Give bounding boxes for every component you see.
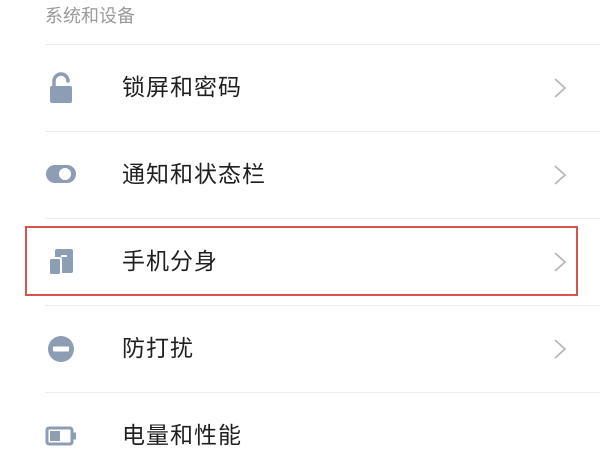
settings-item-lock-screen[interactable]: 锁屏和密码 [0,45,600,131]
do-not-disturb-icon [48,336,74,362]
settings-item-phone-clone[interactable]: 手机分身 [0,219,600,305]
settings-item-battery[interactable]: 电量和性能 [0,393,600,470]
settings-item-label: 通知和状态栏 [122,162,266,188]
settings-screen: 系统和设备 锁屏和密码 通知和状态栏 手机分身 防打扰 电量和性能 [0,0,600,470]
settings-item-label: 锁屏和密码 [122,75,242,101]
section-header: 系统和设备 [45,6,135,27]
settings-item-notifications[interactable]: 通知和状态栏 [0,132,600,218]
toggle-icon [46,165,76,183]
chevron-right-icon [554,339,567,359]
settings-item-label: 手机分身 [122,249,218,275]
lock-icon [50,72,72,103]
phone-clone-icon [48,249,73,276]
settings-item-do-not-disturb[interactable]: 防打扰 [0,306,600,392]
battery-icon [45,426,76,446]
settings-item-label: 电量和性能 [122,423,242,449]
chevron-right-icon [554,252,567,272]
settings-item-label: 防打扰 [122,336,194,362]
chevron-right-icon [554,78,567,98]
chevron-right-icon [554,165,567,185]
